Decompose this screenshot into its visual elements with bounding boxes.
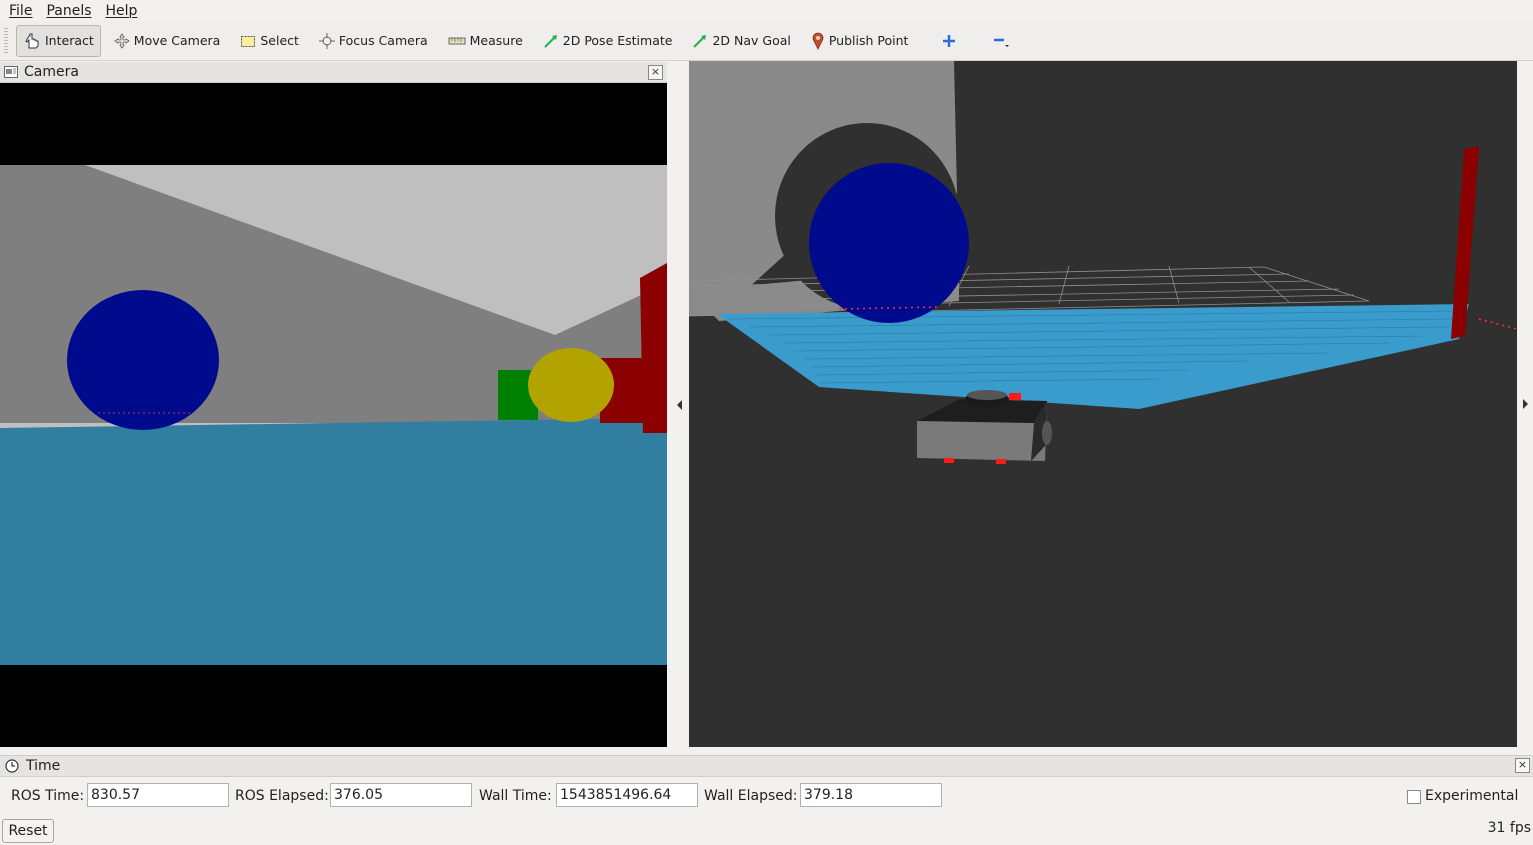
experimental-label: Experimental — [1425, 788, 1519, 804]
time-panel-header: Time × — [0, 755, 1533, 777]
right-collapse-strip[interactable] — [1517, 61, 1533, 747]
tool-interact[interactable]: Interact — [16, 24, 101, 57]
remove-tool-button[interactable] — [985, 25, 1021, 57]
move-arrows-icon — [114, 32, 130, 49]
wall-time-field[interactable]: 1543851496.64 — [556, 783, 698, 807]
map-pin-icon — [812, 32, 824, 50]
ruler-icon — [448, 37, 466, 44]
camera-panel-icon — [4, 66, 18, 78]
tool-publish-point-label: Publish Point — [828, 33, 909, 48]
collapse-right-arrow-icon — [1523, 399, 1528, 409]
tool-focus-camera[interactable]: Focus Camera — [312, 25, 435, 57]
camera-panel-title: Camera — [24, 64, 79, 80]
focus-crosshair-icon — [318, 32, 335, 49]
plus-icon — [943, 34, 956, 47]
time-panel-close-button[interactable]: × — [1515, 758, 1530, 773]
ros-time-label: ROS Time: — [11, 788, 85, 804]
clock-icon — [5, 759, 19, 773]
camera-image — [0, 83, 667, 747]
minus-dropdown-icon — [994, 38, 1010, 47]
wall-time-label: Wall Time: — [479, 788, 552, 804]
green-arrow-icon — [693, 34, 707, 48]
menu-panels[interactable]: Panels — [41, 3, 96, 19]
camera-panel-close-button[interactable]: × — [648, 65, 663, 80]
green-arrow-icon — [544, 34, 557, 48]
tool-2d-pose-estimate-label: 2D Pose Estimate — [562, 33, 673, 48]
add-tool-button[interactable] — [935, 25, 967, 57]
tool-2d-nav-goal-label: 2D Nav Goal — [712, 33, 791, 48]
tool-measure-label: Measure — [469, 33, 523, 48]
tool-focus-camera-label: Focus Camera — [338, 33, 428, 48]
3d-render-view[interactable] — [689, 61, 1517, 747]
tool-measure[interactable]: Measure — [441, 25, 530, 57]
ros-time-field[interactable]: 830.57 — [87, 783, 229, 807]
toolbar-grip[interactable] — [4, 27, 8, 54]
selection-box-icon — [241, 35, 256, 47]
camera-image-view[interactable] — [0, 83, 667, 747]
menu-help[interactable]: Help — [101, 3, 143, 19]
fps-readout: 31 fps — [1487, 820, 1531, 836]
wall-elapsed-label: Wall Elapsed: — [704, 788, 798, 804]
menu-bar: File Panels Help — [0, 0, 1533, 21]
wall-elapsed-field[interactable]: 379.18 — [800, 783, 942, 807]
tool-2d-pose-estimate[interactable]: 2D Pose Estimate — [536, 25, 680, 57]
tool-publish-point[interactable]: Publish Point — [804, 25, 916, 57]
ros-elapsed-field[interactable]: 376.05 — [330, 783, 472, 807]
reset-button[interactable]: Reset — [2, 819, 54, 843]
tool-select[interactable]: Select — [233, 25, 306, 57]
tool-toolbar: Interact Move Camera Select Focus Camera… — [0, 21, 1533, 61]
tool-interact-label: Interact — [45, 33, 94, 48]
tool-move-camera-label: Move Camera — [133, 33, 221, 48]
menu-file[interactable]: File — [4, 3, 37, 19]
experimental-checkbox[interactable] — [1407, 790, 1421, 804]
ros-elapsed-label: ROS Elapsed: — [235, 788, 329, 804]
collapse-left-arrow-icon — [677, 400, 682, 410]
3d-scene — [689, 61, 1517, 747]
tool-move-camera[interactable]: Move Camera — [107, 25, 228, 57]
camera-panel-header: Camera × — [0, 62, 667, 83]
time-panel-title: Time — [26, 758, 61, 774]
tool-select-label: Select — [260, 33, 299, 48]
time-fields-row: ROS Time: 830.57 ROS Elapsed: 376.05 Wal… — [0, 783, 1533, 809]
tool-2d-nav-goal[interactable]: 2D Nav Goal — [685, 25, 797, 57]
view-splitter[interactable] — [667, 62, 689, 748]
hand-pointer-icon — [25, 33, 39, 48]
